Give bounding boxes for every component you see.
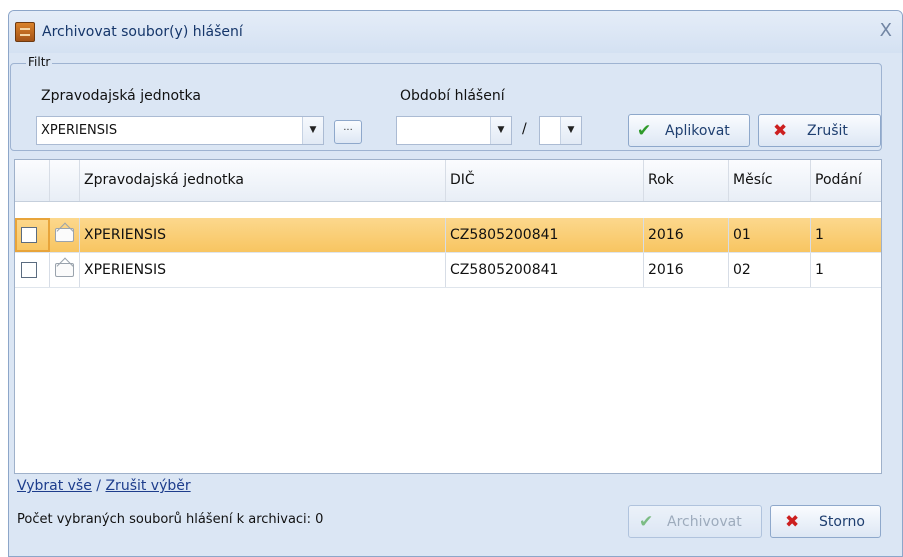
column-header-podani[interactable]: Podání [811,160,883,201]
archive-cabinet-icon [15,22,35,42]
cell-dic: CZ5805200841 [446,253,644,287]
cell-rok: 2016 [644,218,729,252]
red-x-icon: ✖ [785,512,800,532]
cancel-filter-button[interactable]: ✖ Zrušit [758,114,881,147]
select-all-link[interactable]: Vybrat vše [17,478,92,494]
selection-links: Vybrat vše / Zrušit výběr [17,478,191,494]
links-separator: / [96,478,102,494]
envelope-icon [55,228,74,242]
row-checkbox[interactable] [21,227,37,243]
column-header-unit[interactable]: Zpravodajská jednotka [80,160,446,201]
chevron-down-icon[interactable]: ▼ [490,117,511,144]
period-month-select[interactable]: ▼ [539,116,582,145]
unit-select[interactable]: XPERIENSIS ▼ [36,116,324,145]
chevron-down-icon[interactable]: ▼ [560,117,581,144]
header-icon-col [50,160,80,201]
unit-label: Zpravodajská jednotka [41,88,201,104]
column-header-rok[interactable]: Rok [644,160,729,201]
period-label: Období hlášení [400,88,505,104]
header-checkbox-col [15,160,50,201]
storno-button[interactable]: ✖ Storno [770,505,881,538]
cell-dic: CZ5805200841 [446,218,644,252]
cancel-filter-button-label: Zrušit [807,123,848,139]
red-x-icon: ✖ [773,121,788,141]
cell-podani: 1 [815,227,824,243]
apply-button[interactable]: ✔ Aplikovat [628,114,750,147]
checkmark-icon: ✔ [639,512,654,532]
chevron-down-icon[interactable]: ▼ [302,117,323,144]
cell-mesic: 01 [729,218,811,252]
envelope-icon [55,263,74,277]
column-header-mesic[interactable]: Měsíc [729,160,811,201]
table-row[interactable]: XPERIENSIS CZ5805200841 2016 02 1 [15,253,881,288]
title-bar: Archivovat soubor(y) hlášení X [9,11,902,53]
archive-button[interactable]: ✔ Archivovat [628,505,762,538]
column-header-dic[interactable]: DIČ [446,160,644,201]
browse-unit-button[interactable]: ... [334,120,362,144]
dialog-title: Archivovat soubor(y) hlášení [42,24,243,40]
apply-button-label: Aplikovat [665,123,730,139]
table-row[interactable]: XPERIENSIS CZ5805200841 2016 01 1 [15,218,881,253]
table-header: Zpravodajská jednotka DIČ Rok Měsíc Podá… [15,160,881,202]
row-icon-cell [50,218,80,252]
cell-unit: XPERIENSIS [80,218,446,252]
period-separator: / [522,121,527,137]
row-checkbox-cell[interactable] [15,218,50,252]
deselect-link[interactable]: Zrušit výběr [105,478,190,494]
cell-podani: 1 [815,262,824,278]
row-icon-cell [50,253,80,287]
cell-rok: 2016 [644,253,729,287]
selected-count-status: Počet vybraných souborů hlášení k archiv… [17,512,324,527]
filter-legend: Filtr [26,55,53,69]
unit-select-value: XPERIENSIS [41,123,118,138]
cell-mesic: 02 [729,253,811,287]
archive-button-label: Archivovat [667,514,742,530]
close-icon[interactable]: X [880,20,892,41]
row-checkbox[interactable] [21,262,37,278]
storno-button-label: Storno [819,514,865,530]
report-table: Zpravodajská jednotka DIČ Rok Měsíc Podá… [14,159,882,474]
cell-unit: XPERIENSIS [80,253,446,287]
checkmark-icon: ✔ [637,121,652,141]
period-year-select[interactable]: ▼ [396,116,512,145]
row-checkbox-cell[interactable] [15,253,50,287]
